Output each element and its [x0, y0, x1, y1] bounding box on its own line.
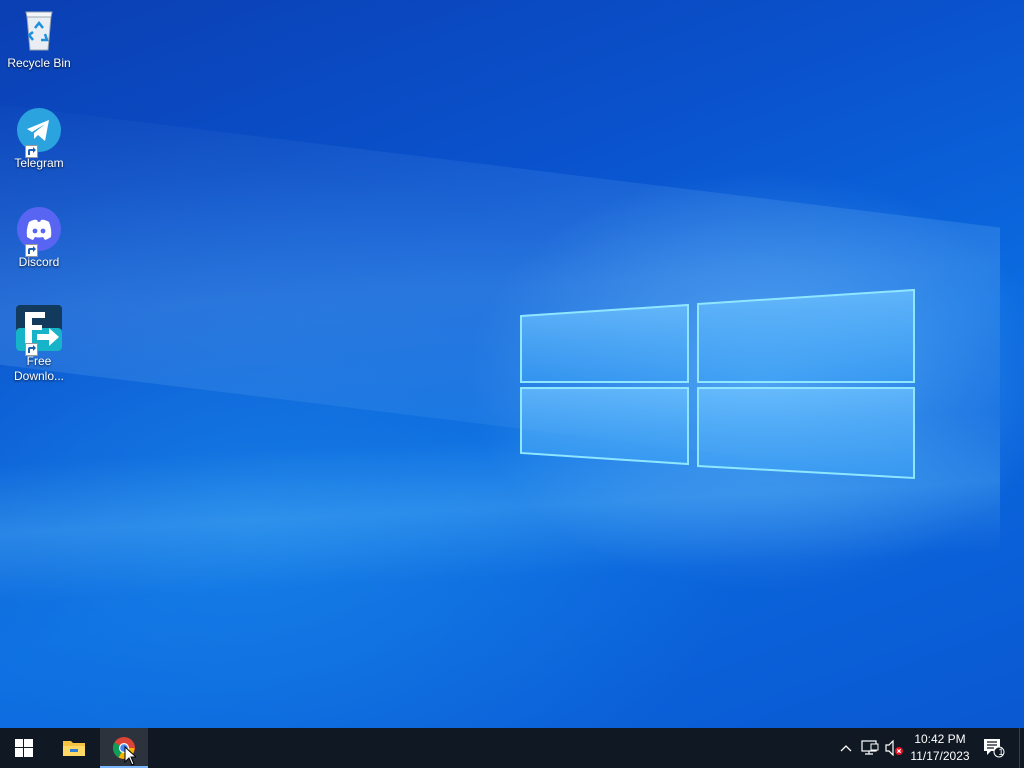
- free-download-manager-icon: [15, 304, 63, 356]
- desktop-icon-label-line2: Downlo...: [13, 369, 65, 383]
- telegram-icon: [15, 106, 63, 158]
- shortcut-arrow-icon: [25, 244, 38, 257]
- action-center-button[interactable]: 1: [982, 738, 1006, 758]
- desktop-icon-telegram[interactable]: Telegram: [4, 106, 74, 171]
- network-tray-button[interactable]: [860, 738, 880, 758]
- clock[interactable]: 10:42 PM 11/17/2023: [902, 731, 978, 765]
- shortcut-arrow-icon: [25, 343, 38, 356]
- show-hidden-icons-button[interactable]: [836, 738, 856, 758]
- desktop-icon-label: Discord: [18, 255, 60, 269]
- discord-icon: [15, 205, 63, 257]
- desktop-icon-free-download-manager[interactable]: Free Downlo...: [4, 304, 74, 384]
- desktop-icon-label: Telegram: [14, 156, 64, 170]
- mouse-cursor-icon: [124, 746, 136, 766]
- clock-time: 10:42 PM: [914, 732, 966, 746]
- start-button[interactable]: [0, 728, 48, 768]
- taskbar: 10:42 PM 11/17/2023 1: [0, 728, 1024, 768]
- windows-logo-wallpaper: [520, 288, 915, 480]
- chevron-up-icon: [840, 745, 852, 752]
- taskbar-file-explorer[interactable]: [50, 728, 98, 768]
- volume-muted-icon: [885, 740, 903, 756]
- show-desktop-button[interactable]: [1019, 728, 1024, 768]
- network-icon: [861, 740, 879, 755]
- notification-count-badge: 1: [998, 747, 1004, 757]
- file-explorer-icon: [63, 741, 85, 756]
- desktop-icon-discord[interactable]: Discord: [4, 205, 74, 270]
- shortcut-arrow-icon: [25, 145, 38, 158]
- desktop-icon-label-line1: Free: [26, 354, 52, 368]
- desktop-icon-label: Recycle Bin: [7, 56, 71, 70]
- recycle-bin-icon: [15, 6, 63, 54]
- desktop[interactable]: Recycle Bin Telegram Discord Free Downlo…: [0, 0, 1024, 728]
- volume-tray-button[interactable]: [884, 738, 904, 758]
- desktop-icon-recycle-bin[interactable]: Recycle Bin: [4, 6, 74, 71]
- windows-start-icon: [15, 739, 33, 757]
- clock-date: 11/17/2023: [910, 749, 970, 763]
